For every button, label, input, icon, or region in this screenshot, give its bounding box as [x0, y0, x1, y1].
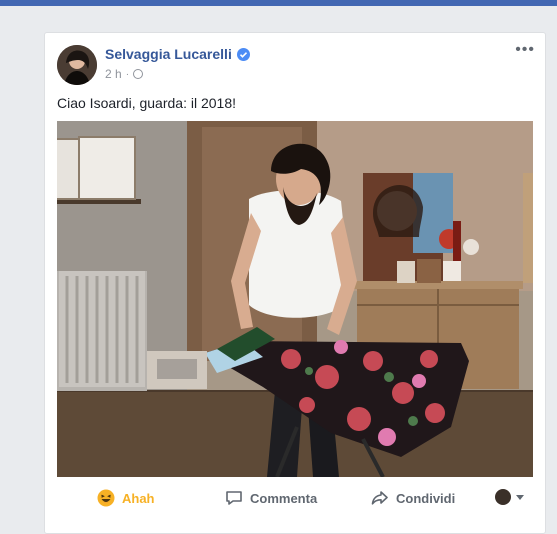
share-label[interactable]: Condividi [396, 491, 455, 506]
share-arrow-icon [371, 491, 388, 505]
comment-bubble-icon [226, 491, 242, 505]
post-meta: 2 h · [105, 67, 144, 81]
globe-icon[interactable] [133, 69, 144, 79]
post-photo[interactable] [57, 121, 533, 477]
post-options-button[interactable]: ••• [515, 41, 535, 59]
chevron-down-icon [516, 494, 524, 500]
author-avatar[interactable] [57, 45, 97, 85]
wall-radiator [59, 271, 145, 387]
comment-button[interactable]: Commenta [225, 489, 317, 507]
author-name-text[interactable]: Selvaggia Lucarelli [105, 46, 232, 62]
current-user-avatar [495, 489, 511, 505]
page-scrollbar[interactable] [548, 34, 557, 519]
verified-badge-icon [236, 47, 250, 61]
author-name[interactable]: Selvaggia Lucarelli [105, 46, 250, 62]
share-button[interactable]: Condividi [371, 489, 455, 507]
top-navigation-bar [0, 0, 557, 6]
post-time[interactable]: 2 h [105, 67, 122, 81]
meta-separator: · [125, 68, 130, 80]
reaction-label[interactable]: Ahah [122, 491, 155, 506]
reaction-button[interactable]: Ahah [97, 489, 155, 507]
facebook-post: Selvaggia Lucarelli 2 h · ••• Ciao Isoar… [44, 32, 546, 534]
post-action-bar: Ahah Commenta Condividi [45, 481, 545, 517]
comment-label[interactable]: Commenta [250, 491, 317, 506]
haha-emoji-icon [97, 489, 115, 507]
post-text: Ciao Isoardi, guarda: il 2018! [57, 95, 236, 111]
post-as-selector[interactable] [495, 489, 524, 505]
